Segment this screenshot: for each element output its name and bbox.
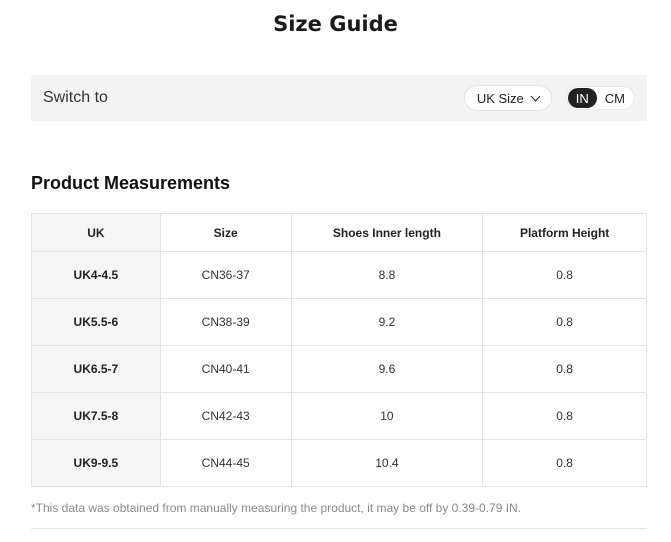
cell-inner-length: 9.2	[290, 298, 484, 346]
table-row: UK5.5-6 CN38-39 9.2 0.8	[31, 298, 647, 346]
cell-size: CN36-37	[159, 251, 292, 299]
size-system-value: UK Size	[476, 90, 524, 106]
column-header-platform-height: Platform Height	[482, 213, 647, 252]
cell-platform-height: 0.8	[482, 251, 647, 299]
table-row: UK9-9.5 CN44-45 10.4 0.8	[31, 439, 647, 487]
cell-platform-height: 0.8	[482, 392, 647, 440]
table-row: UK6.5-7 CN40-41 9.6 0.8	[31, 345, 647, 393]
unit-switch-bar: Switch to UK Size IN CM	[31, 75, 647, 121]
cell-platform-height: 0.8	[482, 298, 647, 346]
cell-inner-length: 10.4	[290, 439, 484, 487]
unit-toggle[interactable]: IN CM	[565, 86, 635, 110]
cell-size: CN40-41	[159, 345, 292, 393]
page-title: Size Guide	[273, 12, 398, 36]
column-header-uk: UK	[31, 213, 161, 252]
table-row: UK7.5-8 CN42-43 10 0.8	[31, 392, 647, 440]
measurements-table: UK Size Shoes Inner length Platform Heig…	[31, 213, 647, 487]
cell-inner-length: 10	[290, 392, 484, 440]
unit-option-in[interactable]: IN	[567, 88, 597, 108]
cell-size: CN42-43	[159, 392, 292, 440]
cell-uk: UK9-9.5	[31, 439, 161, 487]
cell-uk: UK6.5-7	[31, 345, 161, 393]
divider	[31, 528, 647, 529]
section-heading: Product Measurements	[31, 173, 231, 193]
cell-inner-length: 8.8	[290, 251, 484, 299]
size-guide-page: Size Guide Switch to UK Size IN CM Produ…	[0, 0, 671, 542]
cell-uk: UK7.5-8	[31, 392, 161, 440]
switch-label: Switch to	[43, 89, 108, 106]
column-header-inner-length: Shoes Inner length	[290, 213, 484, 252]
table-row: UK4-4.5 CN36-37 8.8 0.8	[31, 251, 647, 299]
switch-controls: UK Size IN CM	[463, 85, 635, 111]
cell-inner-length: 9.6	[290, 345, 484, 393]
chevron-down-icon	[530, 91, 541, 101]
cell-size: CN44-45	[159, 439, 292, 487]
column-header-size: Size	[159, 213, 292, 252]
cell-uk: UK5.5-6	[31, 298, 161, 346]
measurement-disclaimer: *This data was obtained from manually me…	[31, 501, 522, 515]
cell-platform-height: 0.8	[482, 439, 647, 487]
table-header-row: UK Size Shoes Inner length Platform Heig…	[31, 213, 647, 252]
cell-uk: UK4-4.5	[31, 251, 161, 299]
cell-size: CN38-39	[159, 298, 292, 346]
size-system-select[interactable]: UK Size	[463, 85, 552, 111]
unit-option-cm[interactable]: CM	[597, 88, 633, 108]
cell-platform-height: 0.8	[482, 345, 647, 393]
